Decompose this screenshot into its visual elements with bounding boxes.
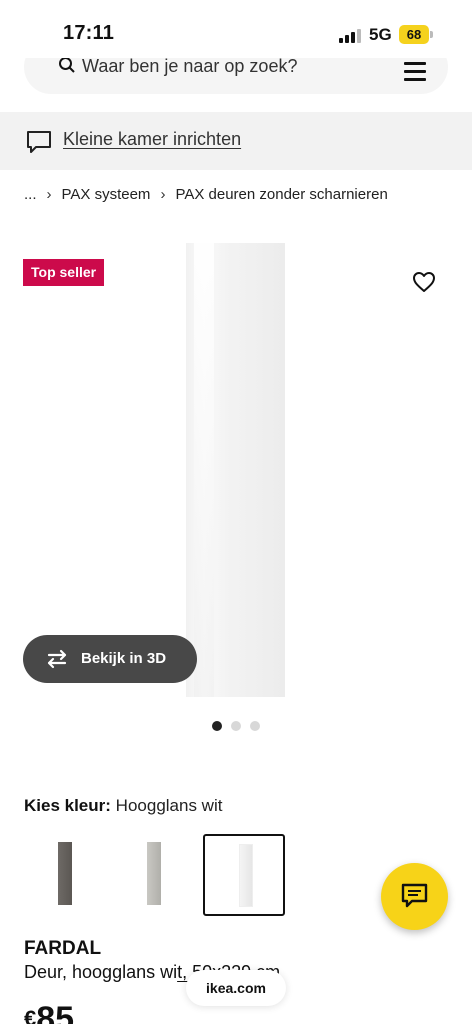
swatch-panel	[147, 842, 161, 905]
swatch-panel	[239, 844, 253, 907]
color-swatch-light-grey[interactable]	[113, 834, 195, 916]
rotate-3d-icon	[47, 649, 67, 669]
menu-icon[interactable]	[404, 62, 426, 86]
room-banner[interactable]: Kleine kamer inrichten	[0, 112, 472, 170]
gallery-dot[interactable]	[250, 721, 260, 731]
price-currency: €	[24, 1006, 37, 1024]
color-swatch-dark-grey[interactable]	[24, 834, 106, 916]
breadcrumb-item-pax-deuren[interactable]: PAX deuren zonder scharnieren	[175, 186, 387, 203]
gallery-pagination	[212, 721, 260, 731]
color-label: Kies kleur:	[24, 796, 111, 815]
signal-icon	[339, 29, 361, 43]
price-value: 85	[36, 1000, 75, 1024]
chat-bubble-icon	[27, 131, 51, 153]
search-icon	[59, 57, 75, 73]
color-value: Hoogglans wit	[115, 796, 223, 815]
browser-url-pill[interactable]: ikea.com	[186, 970, 286, 1006]
battery-tip	[430, 31, 433, 38]
room-banner-link[interactable]: Kleine kamer inrichten	[63, 129, 241, 150]
status-bar: 17:11 5G 68	[0, 0, 472, 58]
product-image[interactable]	[186, 243, 285, 697]
product-name: FARDAL	[24, 938, 102, 959]
heart-icon[interactable]	[412, 271, 436, 293]
breadcrumb-item-pax-systeem[interactable]: PAX systeem	[62, 186, 151, 203]
battery-icon: 68	[399, 25, 429, 44]
gallery-dot[interactable]	[231, 721, 241, 731]
breadcrumb: ... › PAX systeem › PAX deuren zonder sc…	[24, 186, 388, 203]
product-price: €85	[24, 1000, 74, 1024]
chat-icon	[401, 883, 428, 908]
swatch-panel	[58, 842, 72, 905]
view-in-3d-label: Bekijk in 3D	[81, 650, 167, 667]
view-in-3d-button[interactable]: Bekijk in 3D	[23, 635, 197, 683]
network-label: 5G	[369, 25, 392, 44]
product-description-text: Deur, hoogglans wi	[24, 962, 178, 982]
chat-button[interactable]	[381, 863, 448, 930]
status-time: 17:11	[63, 22, 115, 44]
color-picker-label: Kies kleur: Hoogglans wit	[24, 796, 222, 816]
top-seller-badge: Top seller	[23, 259, 105, 286]
chevron-right-icon: ›	[46, 186, 52, 203]
color-swatch-high-gloss-white[interactable]	[203, 834, 285, 916]
gallery-dot[interactable]	[212, 721, 222, 731]
chevron-right-icon: ›	[160, 186, 166, 203]
breadcrumb-ellipsis[interactable]: ...	[24, 186, 37, 203]
search-input[interactable]: Waar ben je naar op zoek?	[82, 56, 297, 77]
